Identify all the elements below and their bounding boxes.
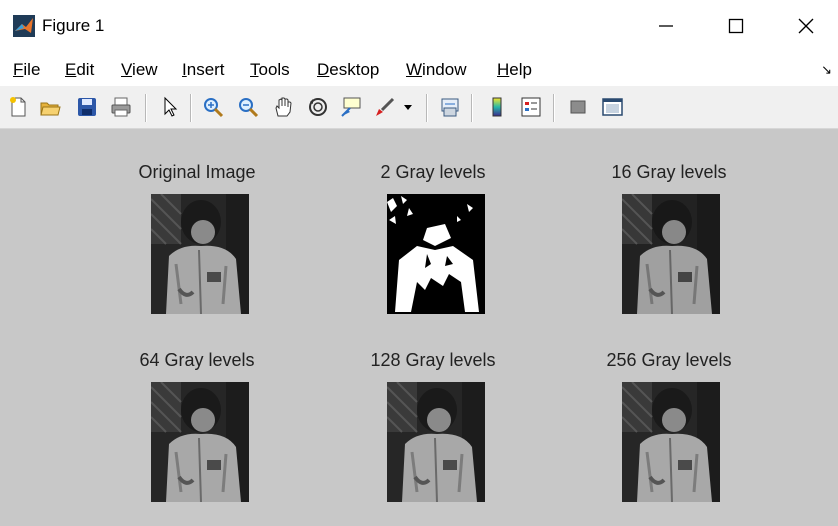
menu-tools-label: ools [258,60,290,79]
save-icon [78,98,96,116]
child-photo-image [151,382,249,502]
toolbar-separator [426,94,428,122]
child-photo-image [151,194,249,314]
menu-window-label: indow [422,60,467,79]
link-plot-button[interactable] [437,94,463,120]
close-icon [798,18,814,34]
toolbar-separator [553,94,555,122]
menu-window[interactable]: Window [406,60,466,80]
zoom-in-icon [204,98,224,118]
toolbar-separator [145,94,147,122]
128-levels-image[interactable] [387,382,485,502]
child-photo-image [622,382,720,502]
window-title: Figure 1 [42,16,105,35]
title-bar: Figure 1 [0,0,838,53]
hide-plot-tools-icon [570,100,586,114]
subplot-title: 2 Gray levels [380,162,486,182]
link-plot-icon [441,98,459,117]
toolbar-separator [471,94,473,122]
menu-tools-mnemonic: T [250,60,259,79]
new-figure-icon [10,97,26,117]
menu-view-label: iew [132,60,158,79]
dropdown-arrow-icon [404,105,412,110]
data-cursor-icon [341,97,361,117]
menu-file-mnemonic: F [13,60,24,79]
subplot-title: 128 Gray levels [370,350,496,370]
menu-desktop-label: esktop [329,60,380,79]
menu-insert[interactable]: Insert [182,60,225,80]
open-file-icon [40,102,61,116]
menu-view[interactable]: View [121,60,158,80]
show-plot-tools-button[interactable] [599,94,625,120]
menu-edit-label: dit [76,60,95,79]
menu-help[interactable]: Help [497,60,532,80]
new-figure-button[interactable] [5,94,31,120]
toolbar-separator [190,94,192,122]
subplot-title: 64 Gray levels [139,350,255,370]
256-levels-image[interactable] [622,382,720,502]
hide-plot-tools-button[interactable] [565,94,591,120]
menu-file[interactable]: File [13,60,40,80]
edit-plot-button[interactable] [157,94,183,120]
close-button[interactable] [783,6,829,46]
insert-legend-button[interactable] [518,94,544,120]
menu-insert-label: nsert [186,60,225,79]
child-photo-image [387,382,485,502]
subplot-title: 16 Gray levels [611,162,727,182]
menu-help-mnemonic: H [497,60,510,79]
menu-edit-mnemonic: E [65,60,77,79]
subplot-title: Original Image [138,162,256,182]
select-arrow-icon [164,96,178,117]
brush-button[interactable] [372,94,398,120]
child-photo-binary-image [387,194,485,314]
colorbar-icon [492,97,502,117]
16-levels-image[interactable] [622,194,720,314]
pan-hand-icon [275,97,292,117]
menu-desktop-mnemonic: D [317,60,330,79]
rotate-3d-button[interactable] [305,94,331,120]
menu-edit[interactable]: Edit [65,60,94,80]
brush-dropdown-button[interactable] [401,94,415,120]
dock-arrow-icon[interactable]: ↘ [821,62,832,78]
figure-toolbar [0,86,838,129]
maximize-icon [728,18,744,34]
menu-file-label: ile [23,60,41,79]
print-icon [111,97,131,117]
pan-button[interactable] [270,94,296,120]
menu-help-label: elp [509,60,532,79]
original-image[interactable] [151,194,249,314]
child-photo-image [622,194,720,314]
minimize-icon [659,25,673,27]
zoom-out-button[interactable] [235,94,261,120]
open-file-button[interactable] [37,94,63,120]
brush-icon [376,97,395,116]
menu-view-mnemonic: V [121,60,133,79]
legend-icon [521,97,541,117]
menu-desktop[interactable]: Desktop [317,60,379,80]
binary-image[interactable] [387,194,485,314]
subplot-title: 256 Gray levels [606,350,732,370]
minimize-button[interactable] [643,6,689,46]
maximize-button[interactable] [713,6,759,46]
zoom-in-button[interactable] [200,94,226,120]
zoom-out-icon [239,98,259,118]
data-cursor-button[interactable] [338,94,364,120]
save-button[interactable] [74,94,100,120]
show-plot-tools-icon [602,98,623,116]
menu-bar: File Edit View Insert Tools Desktop Wind… [0,53,838,86]
print-button[interactable] [108,94,134,120]
rotate-3d-icon [309,98,327,116]
menu-tools[interactable]: Tools [250,60,290,80]
figure-canvas[interactable]: Original Image 2 Gray levels 16 Gray lev… [0,129,838,526]
64-levels-image[interactable] [151,382,249,502]
insert-colorbar-button[interactable] [484,94,510,120]
matlab-logo-icon [13,15,35,37]
menu-window-mnemonic: W [406,60,423,79]
